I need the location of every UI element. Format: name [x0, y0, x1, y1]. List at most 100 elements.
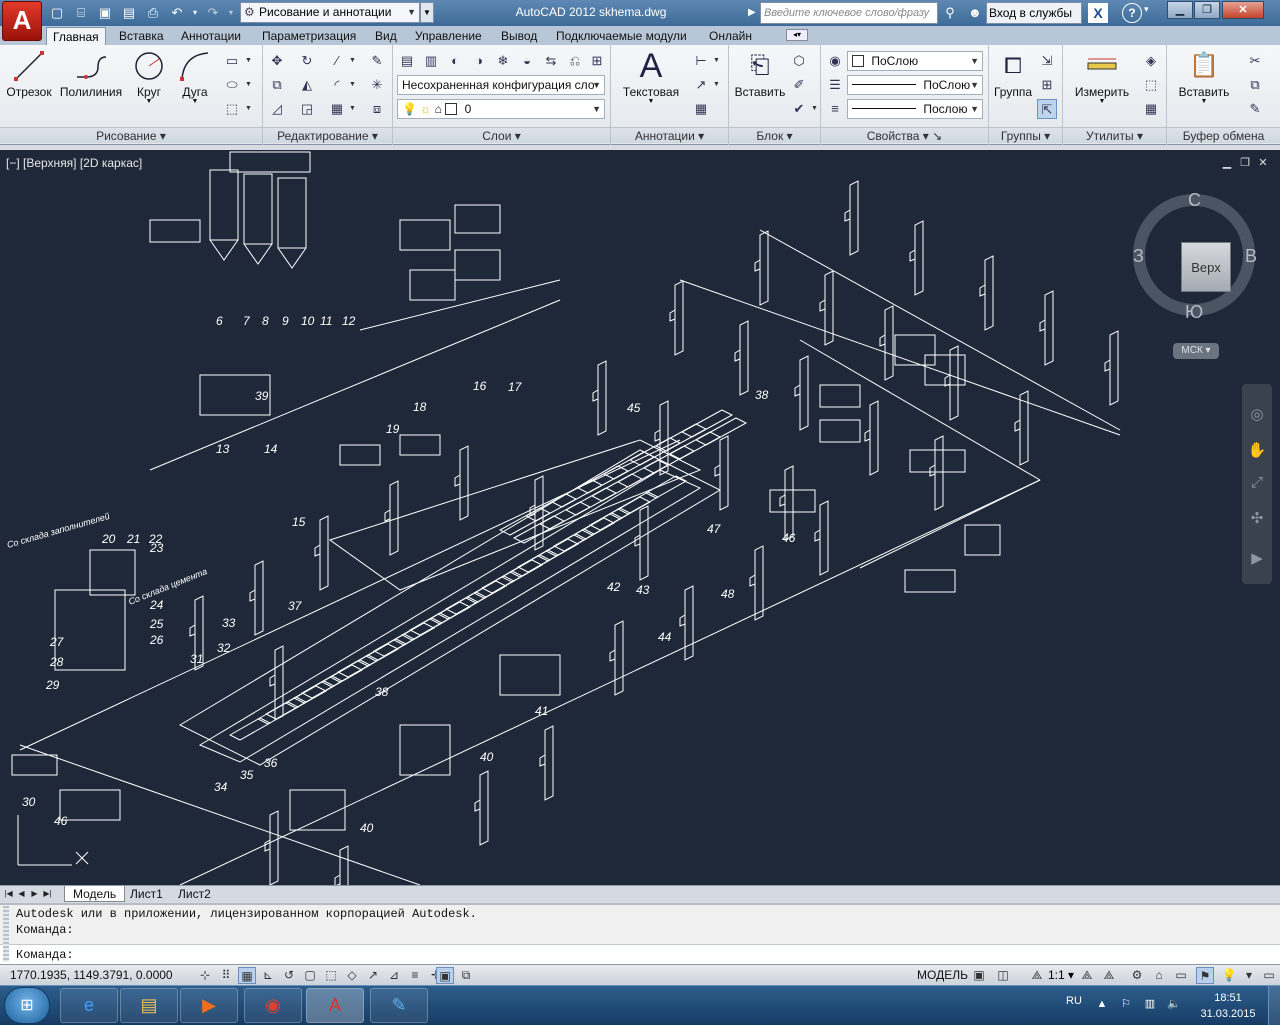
tab-online[interactable]: Онлайн: [703, 27, 758, 45]
chevron-down-icon[interactable]: ▼: [713, 51, 721, 71]
chevron-down-icon[interactable]: ▼: [349, 51, 357, 71]
ucs-menu-button[interactable]: МСК ▾: [1173, 343, 1219, 359]
chevron-down-icon[interactable]: ▼: [1171, 98, 1237, 105]
hardware-accel-icon[interactable]: ▭: [1172, 967, 1190, 984]
snap-icon[interactable]: ⠿: [217, 967, 235, 984]
tab-plugins[interactable]: Подключаемые модули: [550, 27, 693, 45]
tray-expand-icon[interactable]: ▲: [1094, 996, 1110, 1012]
quick-view-drawings-icon[interactable]: ◫: [994, 967, 1012, 984]
chevron-down-icon[interactable]: ▼: [245, 51, 253, 71]
chevron-down-icon[interactable]: ▼: [349, 75, 357, 95]
group-button[interactable]: ⧠ Группа: [991, 49, 1035, 99]
stretch-icon[interactable]: ◿: [267, 99, 287, 119]
paint-taskbar-icon[interactable]: ✎: [370, 988, 428, 1023]
dimension-icon[interactable]: ⊢: [691, 51, 711, 71]
showmotion-icon[interactable]: ▶: [1246, 548, 1268, 570]
annotation-scale[interactable]: 1:1 ▾: [1048, 967, 1074, 984]
redo-dropdown-icon[interactable]: ▾: [226, 3, 236, 23]
panel-draw-title[interactable]: Рисование ▾: [0, 127, 262, 143]
layer-select[interactable]: 💡 ☼ ⌂ 0 ▼: [397, 99, 605, 119]
layer-states-icon[interactable]: ▥: [421, 51, 441, 71]
login-button[interactable]: Вход в службы ▾: [986, 2, 1082, 40]
plot-icon[interactable]: ⎙: [142, 3, 164, 23]
match-properties-icon[interactable]: ◉: [825, 51, 845, 71]
panel-groups-title[interactable]: Группы ▾: [989, 127, 1062, 143]
model-space-button[interactable]: МОДЕЛЬ: [917, 967, 968, 984]
status-menu-icon[interactable]: ▾: [1240, 967, 1258, 984]
network-icon[interactable]: ▥: [1142, 996, 1158, 1012]
show-desktop-button[interactable]: [1268, 986, 1280, 1025]
viewcube-south[interactable]: Ю: [1185, 302, 1203, 323]
auto-scale-icon[interactable]: ⟁: [1100, 967, 1118, 984]
panel-annotation-title[interactable]: Аннотации ▾: [611, 127, 728, 143]
minimize-button[interactable]: ▁: [1167, 1, 1193, 19]
last-layout-icon[interactable]: ▶|: [42, 887, 53, 901]
color-select[interactable]: ПоСлою ▼: [847, 51, 983, 71]
layer-freeze-icon[interactable]: ❄: [493, 51, 513, 71]
undo-icon[interactable]: ↶: [166, 3, 188, 23]
group-edit-icon[interactable]: ⊞: [1037, 75, 1057, 95]
panel-clipboard-title[interactable]: Буфер обмена: [1167, 127, 1280, 143]
annotation-visibility-icon[interactable]: ⟁: [1078, 967, 1096, 984]
tab-home[interactable]: Главная: [46, 27, 106, 45]
open-icon[interactable]: ⌸: [70, 3, 92, 23]
chevron-down-icon[interactable]: ▼: [349, 99, 357, 119]
autocad-taskbar-icon[interactable]: A: [306, 988, 364, 1023]
binoculars-icon[interactable]: ⚲: [940, 3, 960, 23]
viewcube-north[interactable]: С: [1188, 190, 1201, 211]
viewport-restore-icon[interactable]: ❐: [1238, 156, 1252, 170]
panel-properties-title[interactable]: Свойства ▾ ↘: [821, 127, 988, 143]
clean-screen-icon[interactable]: ▭: [1260, 967, 1278, 984]
layer-walk-icon[interactable]: ⎌: [565, 51, 585, 71]
volume-icon[interactable]: 🔈: [1166, 996, 1182, 1012]
insert-block-button[interactable]: ⎗ Вставить: [731, 49, 789, 99]
command-input[interactable]: Команда:: [0, 944, 1280, 964]
bulb-status-icon[interactable]: 💡: [1220, 967, 1238, 984]
chevron-down-icon[interactable]: ▼: [615, 98, 687, 105]
array-icon[interactable]: ▦: [327, 99, 347, 119]
move-icon[interactable]: ✥: [267, 51, 287, 71]
quick-select-icon[interactable]: ◈: [1141, 51, 1161, 71]
flag-icon[interactable]: ⚐: [1118, 996, 1134, 1012]
panel-layers-title[interactable]: Слои ▾: [393, 127, 610, 143]
chevron-down-icon[interactable]: ▼: [811, 99, 819, 119]
lineweight-toggle-icon[interactable]: ≡: [406, 967, 424, 984]
calculator-icon[interactable]: ▦: [1141, 99, 1161, 119]
tab-parametric[interactable]: Параметризация: [256, 27, 362, 45]
redo-icon[interactable]: ↷: [202, 3, 224, 23]
undo-dropdown-icon[interactable]: ▾: [190, 3, 200, 23]
taskbar-clock[interactable]: 18:51 31.03.2015: [1192, 990, 1264, 1022]
ie-taskbar-icon[interactable]: e: [60, 988, 118, 1023]
save-icon[interactable]: ▣: [94, 3, 116, 23]
prev-layout-icon[interactable]: ◀: [16, 887, 27, 901]
search-input[interactable]: Введите ключевое слово/фразу: [760, 2, 938, 24]
viewcube-face-top[interactable]: Верх: [1181, 242, 1231, 292]
viewport-label[interactable]: [−] [Верхняя] [2D каркас]: [6, 156, 142, 170]
tab-layout1[interactable]: Лист1: [122, 886, 171, 902]
text-button[interactable]: A Текстовая ▼: [615, 49, 687, 105]
exchange-icon[interactable]: X: [1088, 3, 1108, 23]
lineweight-icon[interactable]: ≡: [825, 99, 845, 119]
ungroup-icon[interactable]: ⇲: [1037, 51, 1057, 71]
group-selection-icon[interactable]: ⇱: [1037, 99, 1057, 119]
create-block-icon[interactable]: ⬡: [789, 51, 809, 71]
otrack-icon[interactable]: ◇: [343, 967, 361, 984]
fillet-icon[interactable]: ◜: [327, 75, 347, 95]
layer-properties-icon[interactable]: ▤: [397, 51, 417, 71]
tab-manage[interactable]: Управление: [409, 27, 488, 45]
paste-button[interactable]: 📋 Вставить ▼: [1171, 49, 1237, 105]
coordinates-readout[interactable]: 1770.1935, 1149.3791, 0.0000: [10, 965, 173, 985]
chevron-down-icon[interactable]: ▼: [245, 75, 253, 95]
close-button[interactable]: ✕: [1222, 1, 1264, 19]
viewcube[interactable]: Верх: [1133, 194, 1255, 316]
leader-icon[interactable]: ↗: [691, 75, 711, 95]
tab-view[interactable]: Вид: [369, 27, 403, 45]
first-layout-icon[interactable]: |◀: [3, 887, 14, 901]
chevron-down-icon[interactable]: ▼: [245, 99, 253, 119]
search-expand-icon[interactable]: ▶: [748, 3, 760, 23]
hatch-icon[interactable]: ⬭: [222, 75, 242, 95]
saveas-icon[interactable]: ▤: [118, 3, 140, 23]
quick-properties-icon[interactable]: ▣: [436, 967, 454, 984]
scale-icon[interactable]: ◲: [297, 99, 317, 119]
tab-layout2[interactable]: Лист2: [170, 886, 219, 902]
